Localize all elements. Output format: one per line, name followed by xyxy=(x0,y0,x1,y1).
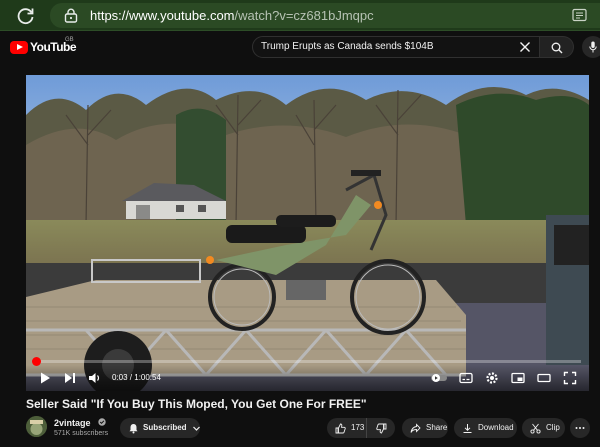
video-frame xyxy=(26,75,589,391)
autoplay-toggle-icon[interactable] xyxy=(430,371,448,385)
chevron-down-icon xyxy=(192,426,200,431)
reload-icon[interactable] xyxy=(16,6,36,26)
miniplayer-icon[interactable] xyxy=(511,371,525,385)
voice-search-button[interactable] xyxy=(582,36,600,58)
thumbs-up-icon xyxy=(335,423,346,433)
play-icon[interactable] xyxy=(38,371,52,385)
clip-button[interactable]: Clip xyxy=(522,418,565,438)
youtube-header: YouTube GB Trump Erupts as Canada sends … xyxy=(0,31,600,63)
more-actions-button[interactable] xyxy=(570,418,590,438)
clear-search-icon[interactable] xyxy=(519,41,531,53)
search-query: Trump Erupts as Canada sends $104B xyxy=(261,41,434,52)
browser-toolbar: https://www.youtube.com/watch?v=cz681bJm… xyxy=(0,0,600,31)
player-controls xyxy=(26,365,589,391)
progress-bar[interactable] xyxy=(31,357,581,366)
time-display: 0:03 / 1:00:54 xyxy=(112,373,161,382)
like-count: 173 xyxy=(351,423,365,432)
dislike-button[interactable] xyxy=(367,418,395,438)
url-text[interactable]: https://www.youtube.com/watch?v=cz681bJm… xyxy=(90,8,374,23)
theater-mode-icon[interactable] xyxy=(537,371,551,385)
next-icon[interactable] xyxy=(63,371,77,385)
like-dislike-group: 173 xyxy=(327,418,395,438)
country-code: GB xyxy=(65,37,74,43)
url-host: https://www.youtube.com xyxy=(90,8,235,23)
video-player[interactable]: 0:03 / 1:00:54 xyxy=(26,75,589,391)
clip-label: Clip xyxy=(546,423,560,432)
subscribe-button[interactable]: Subscribed xyxy=(120,418,200,438)
download-button[interactable]: Download xyxy=(454,418,517,438)
more-horizontal-icon xyxy=(575,427,585,429)
settings-gear-icon[interactable] xyxy=(485,371,499,385)
share-label: Share xyxy=(426,423,448,432)
lock-icon[interactable] xyxy=(64,8,78,23)
fullscreen-icon[interactable] xyxy=(563,371,577,385)
share-icon xyxy=(410,422,421,433)
address-bar[interactable]: https://www.youtube.com/watch?v=cz681bJm… xyxy=(50,3,600,28)
scrubber-handle[interactable] xyxy=(31,357,41,366)
bell-icon xyxy=(129,423,138,433)
youtube-logo-icon xyxy=(10,40,28,54)
download-icon xyxy=(463,423,472,433)
search-button[interactable] xyxy=(540,36,574,58)
video-title: Seller Said "If You Buy This Moped, You … xyxy=(26,397,367,411)
thumbs-down-icon xyxy=(375,423,386,433)
scissors-icon xyxy=(530,423,541,434)
subscribe-label: Subscribed xyxy=(143,423,187,432)
subtitles-icon[interactable] xyxy=(459,371,473,385)
url-path: /watch?v=cz681bJmqpc xyxy=(234,8,374,23)
channel-name[interactable]: 2vintage xyxy=(54,418,91,428)
subscriber-count: 571K subscribers xyxy=(54,430,109,437)
channel-avatar[interactable] xyxy=(26,416,47,437)
microphone-icon xyxy=(589,41,597,53)
search-icon xyxy=(551,42,563,54)
like-button[interactable]: 173 xyxy=(327,418,367,438)
verified-icon xyxy=(98,418,106,426)
download-label: Download xyxy=(478,423,514,432)
share-button[interactable]: Share xyxy=(402,418,448,438)
volume-icon[interactable] xyxy=(88,371,102,385)
reader-view-icon[interactable] xyxy=(572,8,588,23)
search-input[interactable]: Trump Erupts as Canada sends $104B xyxy=(252,36,540,58)
channel-avatar-image xyxy=(26,416,47,437)
